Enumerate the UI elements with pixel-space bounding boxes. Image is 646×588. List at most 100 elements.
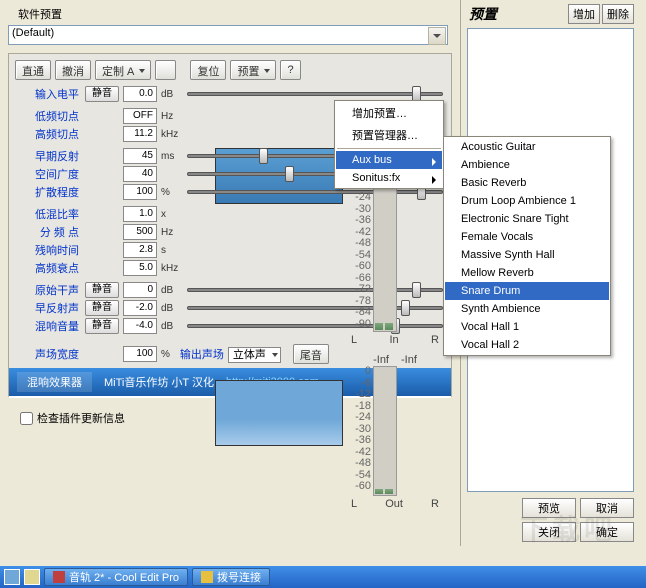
- lowcut-value[interactable]: OFF: [123, 108, 157, 124]
- field-label: 声场宽度: [15, 346, 81, 362]
- lowratio-value[interactable]: 1.0: [123, 206, 157, 222]
- crossover-label: 分 频 点: [15, 224, 81, 240]
- dry-mute-button[interactable]: 静音: [85, 282, 119, 298]
- menu-aux-bus[interactable]: Aux bus: [336, 151, 442, 169]
- diffuse-unit: %: [161, 187, 181, 198]
- submenu-item-snare-drum[interactable]: Snare Drum: [445, 282, 609, 300]
- lowratio-label: 低混比率: [15, 206, 81, 222]
- submenu-item[interactable]: Ambience: [445, 156, 609, 174]
- lowratio-unit: x: [161, 209, 181, 220]
- ok-button[interactable]: 确定: [580, 522, 634, 542]
- input-level-unit: dB: [161, 89, 181, 100]
- undo-button[interactable]: 撤消: [55, 60, 91, 80]
- bypass-button[interactable]: 直通: [15, 60, 51, 80]
- meter-inf-r: -Inf: [401, 354, 417, 366]
- er-unit: dB: [161, 303, 181, 314]
- output-meter: [373, 366, 397, 496]
- lowcut-unit: Hz: [161, 111, 181, 122]
- input-level-slider[interactable]: [187, 92, 443, 96]
- field-value[interactable]: 100: [123, 346, 157, 362]
- meter-in-r: R: [431, 334, 439, 346]
- help-button[interactable]: ?: [280, 60, 300, 80]
- taskbar-app-button[interactable]: 音轨 2* - Cool Edit Pro: [44, 568, 188, 586]
- submenu-item[interactable]: Vocal Hall 1: [445, 318, 609, 336]
- field-unit: %: [161, 349, 170, 360]
- preset-select[interactable]: (Default): [8, 25, 448, 45]
- preset-dropdown-button[interactable]: 预置: [230, 60, 276, 80]
- hfdamp-label: 高频衰点: [15, 260, 81, 276]
- tail-button[interactable]: 尾音: [293, 344, 329, 364]
- submenu-item[interactable]: Vocal Hall 2: [445, 336, 609, 354]
- preset-context-menu: 增加预置… 预置管理器… Aux bus Sonitus:fx: [334, 100, 444, 189]
- meter-out-label: Out: [385, 498, 403, 510]
- input-level-label: 输入电平: [15, 86, 81, 102]
- decay-value[interactable]: 2.8: [123, 242, 157, 258]
- add-preset-button[interactable]: 增加: [568, 4, 600, 24]
- submenu-item[interactable]: Female Vocals: [445, 228, 609, 246]
- meter-in-l: L: [351, 334, 357, 346]
- taskbar: 音轨 2* - Cool Edit Pro 拨号连接: [0, 566, 646, 588]
- diffuse-label: 扩散程度: [15, 184, 81, 200]
- er-value[interactable]: -2.0: [123, 300, 157, 316]
- menu-sonitus-fx[interactable]: Sonitus:fx: [336, 169, 442, 187]
- hfdamp-unit: kHz: [161, 263, 181, 274]
- menu-add-preset[interactable]: 增加预置…: [336, 102, 442, 124]
- crossover-value[interactable]: 500: [123, 224, 157, 240]
- early-value[interactable]: 45: [123, 148, 157, 164]
- input-level-value[interactable]: 0.0: [123, 86, 157, 102]
- preview-button[interactable]: 预览: [522, 498, 576, 518]
- delete-preset-button[interactable]: 删除: [602, 4, 634, 24]
- width-value[interactable]: 40: [123, 166, 157, 182]
- highcut-value[interactable]: 11.2: [123, 126, 157, 142]
- menu-separator: [337, 148, 441, 149]
- submenu-item[interactable]: Massive Synth Hall: [445, 246, 609, 264]
- reverb-value[interactable]: -4.0: [123, 318, 157, 334]
- output-field-label: 输出声场: [180, 346, 224, 362]
- submenu-item[interactable]: Synth Ambience: [445, 300, 609, 318]
- early-unit: ms: [161, 151, 181, 162]
- submenu-item[interactable]: Basic Reverb: [445, 174, 609, 192]
- highcut-unit: kHz: [161, 129, 181, 140]
- meter-out-l: L: [351, 498, 357, 510]
- dry-value[interactable]: 0: [123, 282, 157, 298]
- highcut-label: 高频切点: [15, 126, 81, 142]
- cancel-button[interactable]: 取消: [580, 498, 634, 518]
- submenu-item[interactable]: Mellow Reverb: [445, 264, 609, 282]
- input-mute-button[interactable]: 静音: [85, 86, 119, 102]
- submenu-item[interactable]: Acoustic Guitar: [445, 138, 609, 156]
- aux-bus-submenu: Acoustic Guitar Ambience Basic Reverb Dr…: [443, 136, 611, 356]
- software-preset-label: 软件预置: [18, 6, 62, 22]
- stereo-select[interactable]: 立体声: [228, 347, 281, 363]
- plugin-name: 混响效果器: [17, 372, 92, 392]
- width-label: 空间广度: [15, 166, 81, 182]
- diffuse-value[interactable]: 100: [123, 184, 157, 200]
- decay-unit: s: [161, 245, 181, 256]
- lowcut-label: 低频切点: [15, 108, 81, 124]
- custom-next-button[interactable]: [155, 60, 176, 80]
- meter-in-label: In: [389, 334, 398, 346]
- submenu-item[interactable]: Drum Loop Ambience 1: [445, 192, 609, 210]
- meter-out-r: R: [431, 498, 439, 510]
- reverb-unit: dB: [161, 321, 181, 332]
- start-icon[interactable]: [4, 569, 20, 585]
- envelope-graph: [215, 380, 343, 446]
- taskbar-dial-button[interactable]: 拨号连接: [192, 568, 270, 586]
- meter-inf-l: -Inf: [373, 354, 389, 366]
- dry-label: 原始干声: [15, 282, 81, 298]
- er-label: 早反射声: [15, 300, 81, 316]
- custom-button[interactable]: 定制 A: [95, 60, 151, 80]
- menu-preset-manager[interactable]: 预置管理器…: [336, 124, 442, 146]
- hfdamp-value[interactable]: 5.0: [123, 260, 157, 276]
- reset-button[interactable]: 复位: [190, 60, 226, 80]
- quick-launch-icon[interactable]: [24, 569, 40, 585]
- plugin-credit: MiTi音乐作坊 小T 汉化: [104, 374, 214, 390]
- meter-area: 0-6-12-18-24-30-36-42-48-54-60-66-72-78-…: [351, 146, 439, 546]
- check-updates-checkbox[interactable]: [20, 412, 33, 425]
- submenu-item[interactable]: Electronic Snare Tight: [445, 210, 609, 228]
- er-mute-button[interactable]: 静音: [85, 300, 119, 316]
- early-label: 早期反射: [15, 148, 81, 164]
- crossover-unit: Hz: [161, 227, 181, 238]
- reverb-mute-button[interactable]: 静音: [85, 318, 119, 334]
- close-button[interactable]: 关闭: [522, 522, 576, 542]
- preset-panel-title: 预置: [469, 4, 566, 24]
